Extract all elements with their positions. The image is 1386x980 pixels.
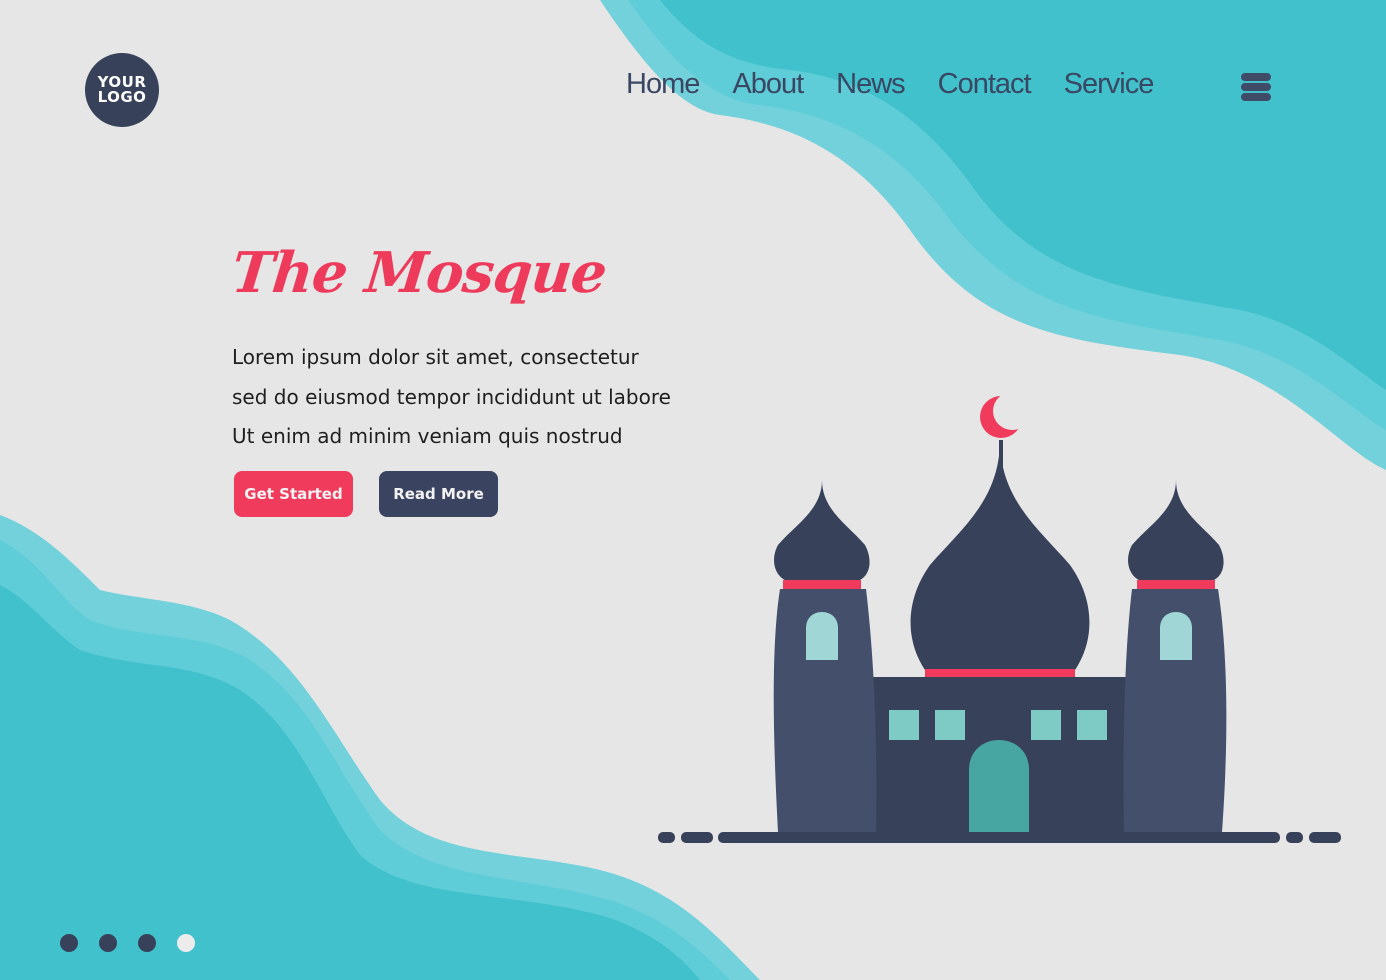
nav-contact[interactable]: Contact — [938, 68, 1032, 101]
logo-line-2: LOGO — [97, 88, 147, 106]
right-minaret-band — [1137, 580, 1215, 589]
description-line: Ut enim ad minim veniam quis nostrud — [232, 424, 623, 448]
pagination-dots — [60, 934, 216, 952]
logo[interactable]: YOUR LOGO — [85, 53, 159, 127]
ground-segment — [658, 832, 675, 843]
pagination-dot[interactable] — [138, 934, 156, 952]
right-minaret-dome — [1128, 480, 1224, 580]
left-minaret-window — [806, 612, 838, 660]
left-minaret-dome — [774, 480, 870, 580]
hamburger-bar — [1241, 73, 1271, 81]
window — [935, 710, 965, 740]
window — [1031, 710, 1061, 740]
door — [969, 740, 1029, 832]
hamburger-bar — [1241, 93, 1271, 101]
nav-about[interactable]: About — [732, 68, 804, 101]
pagination-dot[interactable] — [60, 934, 78, 952]
pagination-dot[interactable] — [99, 934, 117, 952]
main-dome — [910, 440, 1090, 670]
description-line: sed do eiusmod tempor incididunt ut labo… — [232, 384, 671, 409]
get-started-button[interactable]: Get Started — [234, 471, 353, 517]
read-more-button[interactable]: Read More — [379, 471, 498, 517]
left-minaret-band — [783, 580, 861, 589]
hero-title: The Mosque — [228, 240, 610, 306]
window — [889, 710, 919, 740]
mosque-illustration — [658, 392, 1341, 843]
nav-service[interactable]: Service — [1064, 68, 1155, 101]
nav-home[interactable]: Home — [626, 68, 700, 101]
crescent-moon-icon — [980, 392, 1031, 438]
description-line: Lorem ipsum dolor sit amet, consectetur — [232, 345, 639, 369]
ground-segment — [1309, 832, 1341, 843]
main-nav: Home About News Contact Service — [626, 68, 1186, 101]
ground-segment — [718, 832, 1280, 843]
hamburger-bar — [1241, 83, 1271, 91]
main-dome-band — [925, 669, 1075, 678]
ground-segment — [681, 832, 713, 843]
right-minaret-window — [1160, 612, 1192, 660]
window — [1077, 710, 1107, 740]
hero-description: Lorem ipsum dolor sit amet, consectetur … — [232, 338, 671, 457]
hamburger-menu-icon[interactable] — [1241, 73, 1271, 101]
ground-segment — [1286, 832, 1303, 843]
pagination-dot-active[interactable] — [177, 934, 195, 952]
nav-news[interactable]: News — [836, 68, 906, 101]
